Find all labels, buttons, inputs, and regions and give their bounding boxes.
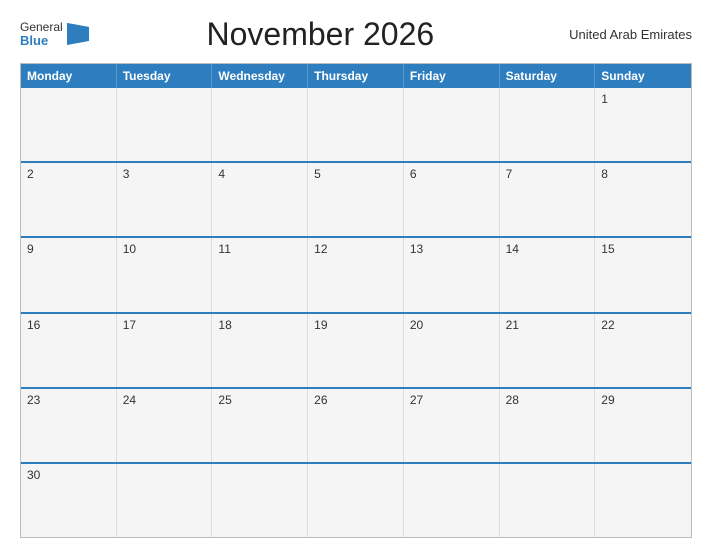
header-saturday: Saturday	[500, 64, 596, 88]
calendar-day-16: 16	[21, 314, 117, 387]
calendar-day-12: 12	[308, 238, 404, 311]
calendar-day-26: 26	[308, 389, 404, 462]
day-number-8: 8	[601, 167, 685, 181]
calendar-day-14: 14	[500, 238, 596, 311]
day-number-23: 23	[27, 393, 110, 407]
calendar-day-15: 15	[595, 238, 691, 311]
calendar-day-23: 23	[21, 389, 117, 462]
calendar-week-3: 9 10 11 12 13 14 15	[21, 236, 691, 311]
day-number-10: 10	[123, 242, 206, 256]
day-number-2: 2	[27, 167, 110, 181]
calendar-day-30: 30	[21, 464, 117, 537]
day-number-28: 28	[506, 393, 589, 407]
day-number-7: 7	[506, 167, 589, 181]
day-number-16: 16	[27, 318, 110, 332]
day-number-17: 17	[123, 318, 206, 332]
day-number-19: 19	[314, 318, 397, 332]
calendar-day-20: 20	[404, 314, 500, 387]
calendar-day-2: 2	[21, 163, 117, 236]
calendar-empty-cell	[308, 88, 404, 161]
calendar-body: 1234567891011121314151617181920212223242…	[21, 88, 691, 537]
day-number-5: 5	[314, 167, 397, 181]
calendar-header: Monday Tuesday Wednesday Thursday Friday…	[21, 64, 691, 88]
day-number-24: 24	[123, 393, 206, 407]
calendar-day-11: 11	[212, 238, 308, 311]
calendar-day-5: 5	[308, 163, 404, 236]
day-number-14: 14	[506, 242, 589, 256]
calendar-week-5: 23 24 25 26 27 28 29	[21, 387, 691, 462]
calendar-empty-cell	[595, 464, 691, 537]
day-number-18: 18	[218, 318, 301, 332]
day-number-25: 25	[218, 393, 301, 407]
calendar-empty-cell	[212, 88, 308, 161]
calendar-empty-cell	[404, 464, 500, 537]
calendar-day-1: 1	[595, 88, 691, 161]
calendar-day-27: 27	[404, 389, 500, 462]
calendar-day-3: 3	[117, 163, 213, 236]
calendar-week-6: 30	[21, 462, 691, 537]
calendar-day-7: 7	[500, 163, 596, 236]
calendar-day-22: 22	[595, 314, 691, 387]
day-number-27: 27	[410, 393, 493, 407]
logo: General Blue	[20, 21, 89, 48]
day-number-11: 11	[218, 242, 301, 256]
day-number-13: 13	[410, 242, 493, 256]
day-number-26: 26	[314, 393, 397, 407]
calendar-day-9: 9	[21, 238, 117, 311]
logo-general-text: General	[20, 21, 63, 34]
day-number-1: 1	[601, 92, 685, 106]
calendar-day-6: 6	[404, 163, 500, 236]
calendar-day-10: 10	[117, 238, 213, 311]
calendar-day-24: 24	[117, 389, 213, 462]
logo-blue-text: Blue	[20, 34, 63, 48]
calendar-week-2: 2345678	[21, 161, 691, 236]
day-number-4: 4	[218, 167, 301, 181]
calendar-day-29: 29	[595, 389, 691, 462]
header-wednesday: Wednesday	[212, 64, 308, 88]
day-number-9: 9	[27, 242, 110, 256]
calendar-day-8: 8	[595, 163, 691, 236]
calendar-empty-cell	[404, 88, 500, 161]
calendar-day-21: 21	[500, 314, 596, 387]
day-number-21: 21	[506, 318, 589, 332]
day-number-6: 6	[410, 167, 493, 181]
calendar-week-4: 16 17 18 19 20 21 22	[21, 312, 691, 387]
calendar-day-18: 18	[212, 314, 308, 387]
header-sunday: Sunday	[595, 64, 691, 88]
header-tuesday: Tuesday	[117, 64, 213, 88]
day-number-20: 20	[410, 318, 493, 332]
calendar-day-17: 17	[117, 314, 213, 387]
calendar-day-19: 19	[308, 314, 404, 387]
day-number-15: 15	[601, 242, 685, 256]
calendar-day-4: 4	[212, 163, 308, 236]
country-label: United Arab Emirates	[552, 27, 692, 42]
calendar-day-28: 28	[500, 389, 596, 462]
calendar-empty-cell	[117, 88, 213, 161]
calendar-page: General Blue November 2026 United Arab E…	[0, 0, 712, 550]
day-number-3: 3	[123, 167, 206, 181]
calendar-grid: Monday Tuesday Wednesday Thursday Friday…	[20, 63, 692, 538]
page-title: November 2026	[89, 16, 552, 53]
calendar-empty-cell	[308, 464, 404, 537]
logo-flag-icon	[67, 23, 89, 45]
day-number-22: 22	[601, 318, 685, 332]
calendar-empty-cell	[117, 464, 213, 537]
day-number-30: 30	[27, 468, 110, 482]
calendar-day-13: 13	[404, 238, 500, 311]
calendar-empty-cell	[500, 464, 596, 537]
page-header: General Blue November 2026 United Arab E…	[20, 16, 692, 53]
header-thursday: Thursday	[308, 64, 404, 88]
calendar-empty-cell	[500, 88, 596, 161]
header-friday: Friday	[404, 64, 500, 88]
calendar-week-1: 1	[21, 88, 691, 161]
calendar-day-25: 25	[212, 389, 308, 462]
calendar-empty-cell	[212, 464, 308, 537]
calendar-empty-cell	[21, 88, 117, 161]
day-number-29: 29	[601, 393, 685, 407]
header-monday: Monday	[21, 64, 117, 88]
day-number-12: 12	[314, 242, 397, 256]
